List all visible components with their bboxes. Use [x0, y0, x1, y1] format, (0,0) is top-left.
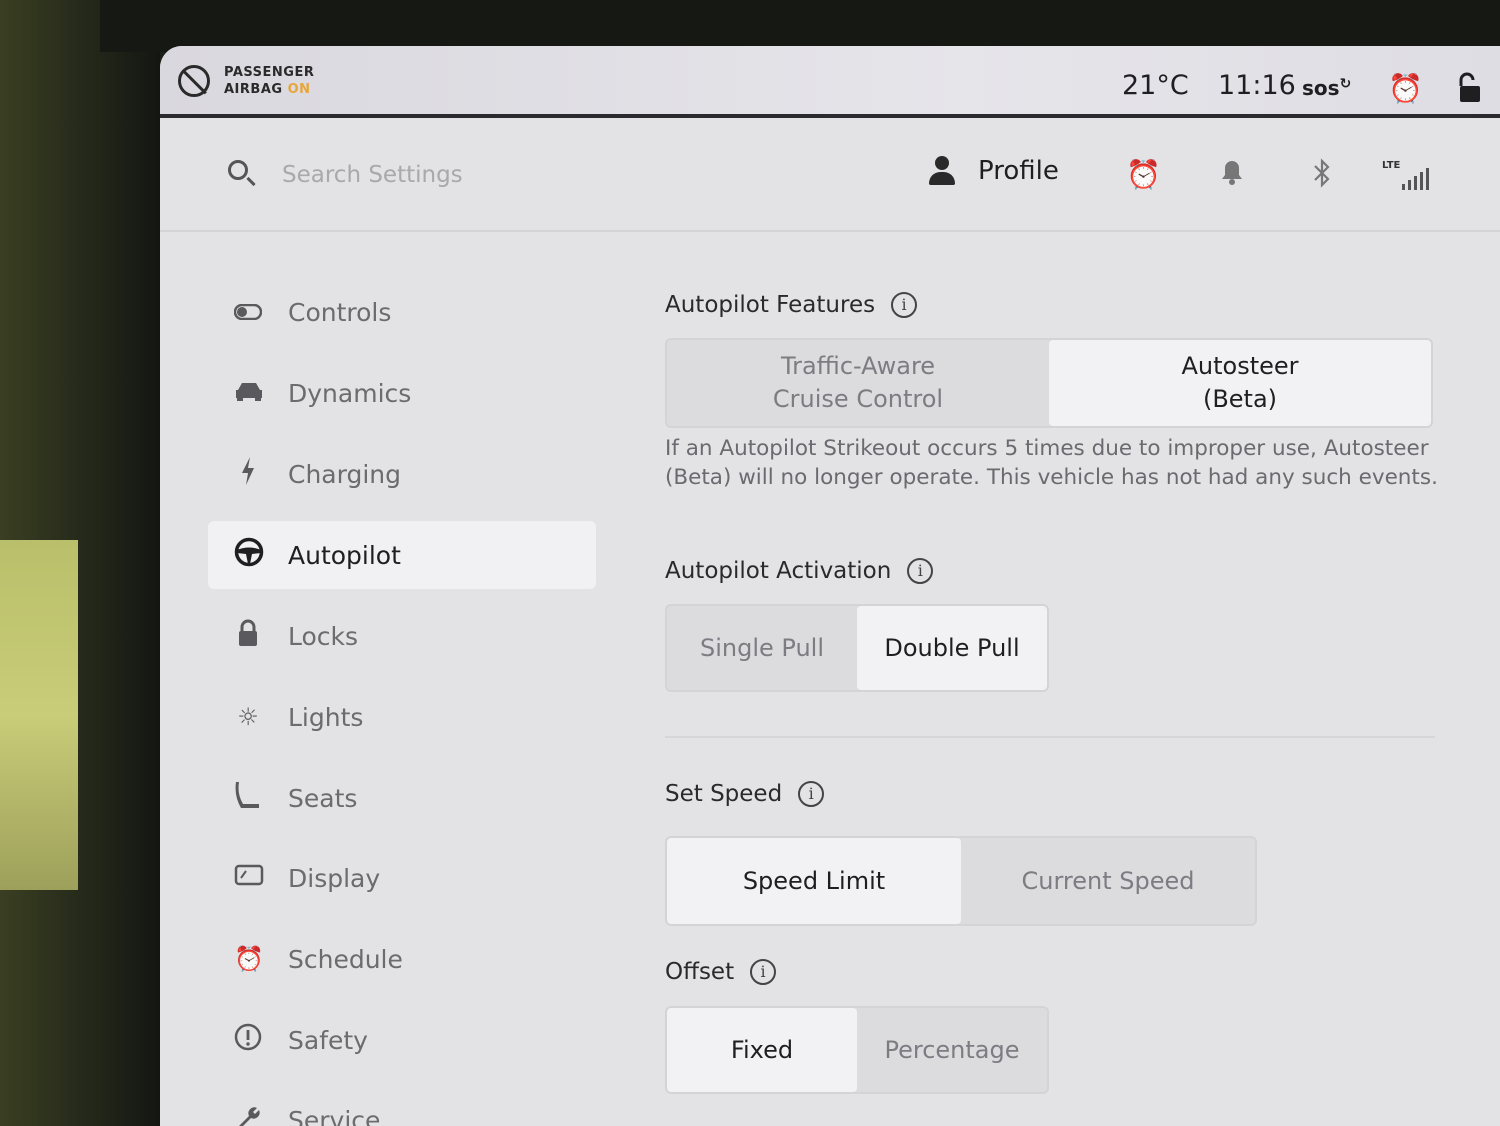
- seat-icon: [234, 780, 262, 816]
- sos-label: sos: [1302, 76, 1340, 100]
- sidebar-item-locks[interactable]: Locks: [208, 602, 596, 670]
- settings-screen: PASSENGER AIRBAG ON 21°C 11:16 sos↻ ⏰ Pr…: [160, 46, 1500, 1126]
- sidebar-item-safety[interactable]: Safety: [208, 1006, 596, 1074]
- toggle-icon: [233, 298, 263, 326]
- sidebar-item-seats[interactable]: Seats: [208, 764, 596, 832]
- sidebar-item-label: Charging: [288, 459, 401, 489]
- profile-button[interactable]: Profile: [928, 156, 1059, 186]
- info-icon[interactable]: i: [798, 781, 825, 807]
- alarm-clock-icon: ⏰: [234, 945, 264, 973]
- sidebar-item-label: Autopilot: [288, 540, 401, 570]
- sidebar-item-label: Dynamics: [288, 378, 412, 408]
- sidebar-item-label: Lights: [288, 702, 364, 732]
- sos-button[interactable]: sos↻: [1302, 76, 1351, 100]
- lock-icon: [234, 619, 262, 653]
- screen-bezel-top: [100, 0, 1500, 52]
- autopilot-features-title: Autopilot Features i: [665, 292, 918, 318]
- sidebar-item-label: Locks: [288, 621, 359, 651]
- section-divider: [665, 736, 1435, 738]
- airbag-line1: PASSENGER: [224, 65, 315, 80]
- airbag-state: ON: [287, 82, 311, 97]
- option-fixed[interactable]: Fixed: [667, 1008, 857, 1092]
- sun-icon: ☼: [237, 703, 259, 731]
- search-icon: [228, 160, 248, 180]
- clock-time: 11:16: [1218, 70, 1296, 101]
- car-icon: [234, 379, 262, 407]
- profile-label: Profile: [978, 156, 1059, 186]
- sidebar-item-label: Display: [288, 863, 381, 893]
- alarm-clock-icon[interactable]: ⏰: [1126, 158, 1161, 191]
- option-single-pull[interactable]: Single Pull: [667, 606, 857, 690]
- option-traffic-aware-cruise-control[interactable]: Traffic-Aware Cruise Control: [667, 340, 1049, 426]
- sidebar-item-dynamics[interactable]: Dynamics: [208, 359, 596, 427]
- sidebar-item-service[interactable]: Service: [208, 1086, 596, 1126]
- autopilot-features-selector: Traffic-Aware Cruise Control Autosteer (…: [665, 338, 1433, 428]
- display-icon: [234, 864, 264, 892]
- option-autosteer-beta[interactable]: Autosteer (Beta): [1049, 340, 1431, 426]
- unlocked-icon[interactable]: [1452, 72, 1482, 111]
- steering-wheel-icon: [234, 537, 264, 573]
- option-percentage[interactable]: Percentage: [857, 1008, 1047, 1092]
- sidebar-item-label: Seats: [288, 783, 358, 813]
- sidebar-item-display[interactable]: Display: [208, 844, 596, 912]
- sidebar-item-charging[interactable]: Charging: [208, 440, 596, 508]
- alert-circle-icon: [234, 1023, 262, 1057]
- option-current-speed[interactable]: Current Speed: [961, 838, 1255, 924]
- sidebar-item-autopilot[interactable]: Autopilot: [208, 521, 596, 589]
- alarm-clock-icon[interactable]: ⏰: [1388, 72, 1423, 105]
- sidebar-item-label: Controls: [288, 297, 392, 327]
- autopilot-activation-selector: Single Pull Double Pull: [665, 604, 1049, 692]
- info-icon[interactable]: i: [891, 292, 918, 318]
- bell-icon[interactable]: [1220, 158, 1244, 193]
- sidebar-item-label: Schedule: [288, 944, 403, 974]
- offset-title: Offset i: [665, 959, 777, 985]
- lte-label: LTE: [1382, 160, 1401, 171]
- airbag-off-icon: [178, 65, 210, 97]
- status-bar: PASSENGER AIRBAG ON 21°C 11:16 sos↻ ⏰: [160, 46, 1500, 118]
- passenger-airbag-status: PASSENGER AIRBAG ON: [178, 64, 314, 98]
- set-speed-title: Set Speed i: [665, 781, 825, 807]
- info-icon[interactable]: i: [907, 558, 934, 584]
- sidebar-item-lights[interactable]: ☼ Lights: [208, 683, 596, 751]
- sidebar-item-label: Service: [288, 1105, 381, 1126]
- wrench-icon: [234, 1103, 262, 1126]
- search-input[interactable]: [280, 154, 704, 196]
- lightning-icon: [234, 457, 262, 491]
- info-icon[interactable]: i: [750, 959, 777, 985]
- phone-icon: ↻: [1339, 76, 1352, 92]
- sidebar-item-schedule[interactable]: ⏰ Schedule: [208, 925, 596, 993]
- bluetooth-icon[interactable]: [1312, 158, 1332, 195]
- temperature-readout[interactable]: 21°C: [1122, 70, 1189, 101]
- strikeout-description: If an Autopilot Strikeout occurs 5 times…: [665, 436, 1438, 490]
- background-display-glow: [0, 540, 78, 890]
- person-icon: [928, 156, 956, 186]
- option-speed-limit[interactable]: Speed Limit: [667, 838, 961, 924]
- set-speed-selector: Speed Limit Current Speed: [665, 836, 1257, 926]
- settings-header: Profile ⏰ LTE: [160, 118, 1500, 232]
- sidebar-item-controls[interactable]: Controls: [208, 278, 596, 346]
- autopilot-activation-title: Autopilot Activation i: [665, 558, 934, 584]
- airbag-line2: AIRBAG: [224, 82, 283, 97]
- sidebar-item-label: Safety: [288, 1025, 368, 1055]
- option-double-pull[interactable]: Double Pull: [857, 606, 1047, 690]
- offset-selector: Fixed Percentage: [665, 1006, 1049, 1094]
